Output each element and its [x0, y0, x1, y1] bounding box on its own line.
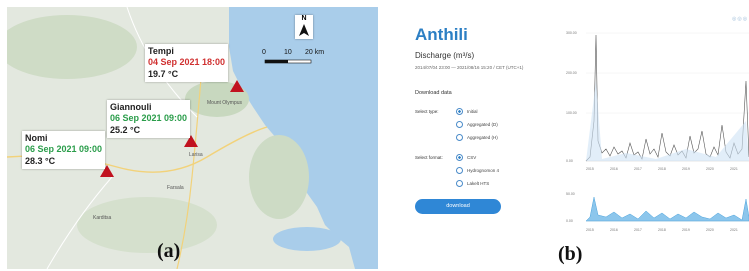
place-label: Karditsa [93, 215, 112, 221]
station-date: 06 Sep 2021 09:00 [25, 144, 103, 154]
download-button[interactable]: download [415, 199, 501, 214]
variable-subtitle: Discharge (m³/s) [415, 51, 475, 60]
type-option-aggregated-d[interactable]: Aggregated (D) [456, 120, 498, 128]
x-tick: 2021 [730, 167, 738, 171]
radio-selected-icon[interactable] [456, 153, 463, 161]
x-tick: 2020 [706, 167, 714, 171]
y-tick: 300.00 [566, 31, 577, 35]
y-tick: 0.00 [566, 159, 573, 163]
scale-label-20: 20 km [305, 49, 325, 56]
x-tick: 2019 [682, 228, 690, 232]
station-temp: 19.7 °C [148, 69, 179, 79]
station-temp: 25.2 °C [110, 125, 141, 135]
download-section-title: Download data [415, 90, 452, 96]
select-format-label: Select format: [415, 155, 443, 160]
y-tick: 0.00 [566, 219, 573, 223]
x-tick: 2015 [586, 167, 594, 171]
station-name: Nomi [25, 133, 48, 143]
station-title: Anthili [415, 25, 468, 44]
type-option-aggregated-h[interactable]: Aggregated (H) [456, 133, 498, 141]
x-tick: 2021 [730, 228, 738, 232]
y-tick: 200.00 [566, 71, 577, 75]
option-label: Hydrognomon 4 [467, 167, 500, 173]
radio-icon[interactable] [456, 120, 463, 128]
scale-label-0: 0 [262, 49, 266, 56]
format-option-csv[interactable]: CSV [456, 153, 476, 161]
discharge-chart-main[interactable] [566, 21, 749, 183]
x-tick: 2017 [634, 228, 642, 232]
format-option-hydrognomon[interactable]: Hydrognomon 4 [456, 166, 499, 174]
option-label: CSV [467, 154, 477, 160]
map-panel: N 0 10 20 km Mount Olympus Karditsa Fars… [7, 7, 378, 269]
station-callout-giannouli[interactable]: Giannouli 06 Sep 2021 09:00 25.2 °C [107, 100, 191, 138]
radio-icon[interactable] [456, 166, 463, 174]
x-tick: 2015 [586, 228, 594, 232]
station-name: Giannouli [110, 102, 152, 112]
option-label: Aggregated (D) [467, 121, 498, 127]
radio-icon[interactable] [456, 133, 463, 141]
option-label: Initial [467, 108, 478, 114]
north-arrow: N [295, 15, 313, 39]
radio-selected-icon[interactable] [456, 107, 463, 115]
x-tick: 2018 [658, 228, 666, 232]
x-tick: 2016 [610, 228, 618, 232]
station-name: Tempi [148, 46, 174, 56]
option-label: Aggregated (H) [467, 134, 498, 140]
x-tick: 2018 [658, 167, 666, 171]
y-tick: 50.00 [566, 192, 575, 196]
scale-label-10: 10 [284, 49, 292, 56]
station-callout-nomi[interactable]: Nomi 06 Sep 2021 09:00 28.3 °C [22, 131, 106, 169]
x-tick: 2017 [634, 167, 642, 171]
north-arrow-icon [299, 24, 309, 36]
x-tick: 2016 [610, 167, 618, 171]
station-callout-tempi[interactable]: Tempi 04 Sep 2021 18:00 19.7 °C [145, 44, 229, 82]
station-temp: 28.3 °C [25, 156, 56, 166]
radio-icon[interactable] [456, 179, 463, 187]
place-label: Mount Olympus [207, 100, 243, 106]
place-label: Larisa [189, 152, 203, 158]
panel-label-a: (a) [157, 240, 181, 262]
y-tick: 100.00 [566, 111, 577, 115]
select-type-label: Select type: [415, 109, 439, 114]
discharge-chart-overview[interactable] [566, 187, 749, 227]
time-range: 2014/07/04 23:00 — 2021/08/16 15:20 / CE… [415, 65, 524, 70]
station-date: 06 Sep 2021 09:00 [110, 113, 188, 123]
x-tick: 2020 [706, 228, 714, 232]
option-label: Lakelt HTS [467, 180, 490, 186]
type-option-initial[interactable]: Initial [456, 107, 478, 115]
north-letter: N [301, 15, 307, 22]
format-option-lakelt[interactable]: Lakelt HTS [456, 179, 489, 187]
station-date: 04 Sep 2021 18:00 [148, 57, 226, 67]
place-label: Farsala [167, 185, 184, 191]
panel-label-b: (b) [558, 243, 583, 265]
x-tick: 2019 [682, 167, 690, 171]
dashboard-panel: Anthili Discharge (m³/s) 2014/07/04 23:0… [398, 7, 749, 269]
